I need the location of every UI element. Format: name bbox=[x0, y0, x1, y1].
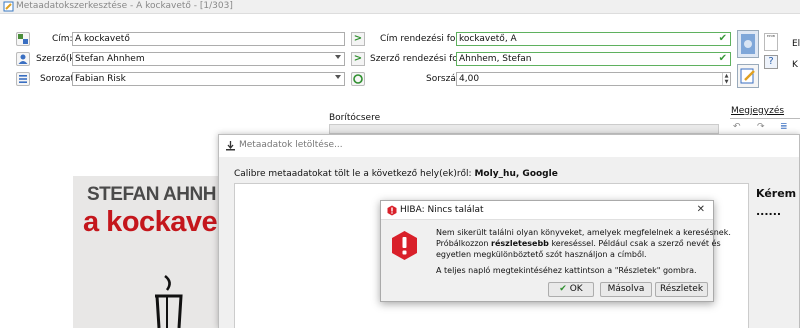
edit-note-icon[interactable] bbox=[737, 64, 759, 88]
title-input[interactable]: A kockavető bbox=[72, 32, 345, 46]
chair-illustration bbox=[155, 275, 183, 328]
author-icon[interactable] bbox=[16, 52, 30, 66]
error-line-1: Nem sikerült találni olyan könyveket, am… bbox=[436, 228, 731, 237]
window-title: Metaadatokszerkesztése - A kockavető - [… bbox=[16, 1, 233, 11]
error-dialog-titlebar: HIBA: Nincs találat ✕ bbox=[381, 201, 713, 220]
download-sources-line: Calibre metaadatokat tölt le a következő… bbox=[234, 169, 558, 179]
sources-list: Moly_hu, Google bbox=[474, 169, 558, 179]
sources-prefix: Calibre metaadatokat tölt le a következő… bbox=[234, 169, 472, 179]
download-dialog-titlebar: Metaadatok letöltése... bbox=[219, 135, 799, 157]
title-sort-value: kockavető, A bbox=[459, 34, 517, 44]
chevron-down-icon[interactable] bbox=[335, 75, 341, 79]
cover-image: STEFAN AHNH a kockave bbox=[73, 176, 218, 328]
series-combo[interactable]: Fabian Risk bbox=[72, 72, 345, 86]
series-index-spinbox[interactable]: 4,00 ▲ ▼ bbox=[456, 72, 731, 86]
error-dialog-title: HIBA: Nincs találat bbox=[400, 205, 484, 215]
author-value: Stefan Ahnhem bbox=[75, 54, 145, 64]
cover-fetch-icon[interactable] bbox=[737, 30, 759, 58]
error-line-2: Próbálkozzon részletesebb kereséssel. Pé… bbox=[436, 239, 721, 248]
download-dialog-title: Metaadatok letöltése... bbox=[239, 140, 343, 150]
series-list-icon[interactable] bbox=[16, 72, 30, 86]
spin-arrows-icon[interactable]: ▲ ▼ bbox=[722, 73, 730, 85]
author-sort-input[interactable]: Ahnhem, Stefan ✔ bbox=[456, 52, 731, 66]
side-dots: ...... bbox=[756, 205, 782, 218]
series-index-value: 4,00 bbox=[459, 74, 480, 84]
format-icon[interactable]: ≣ bbox=[780, 122, 788, 132]
chevron-down-icon[interactable] bbox=[335, 55, 341, 59]
side-heading: Kérem v bbox=[756, 187, 800, 200]
error-line-3: egyetlen megkülönböztető szót használjon… bbox=[436, 250, 647, 259]
close-icon[interactable]: ✕ bbox=[697, 204, 705, 215]
cover-toolbar bbox=[329, 124, 719, 134]
copy-button[interactable]: Másolva bbox=[600, 282, 652, 297]
window-titlebar: Metaadatokszerkesztése - A kockavető - [… bbox=[0, 0, 800, 14]
clipped-label-1: El bbox=[792, 39, 800, 49]
title-sort-arrow-button[interactable]: > bbox=[351, 32, 365, 46]
clipped-label-2: K bbox=[792, 60, 798, 70]
check-icon: ✔ bbox=[718, 33, 727, 44]
error-title-icon bbox=[387, 205, 397, 216]
epub-badge-icon: EPUB bbox=[764, 33, 778, 51]
cover-title-text: a kockave bbox=[83, 206, 218, 238]
download-icon bbox=[226, 141, 235, 151]
redo-icon[interactable]: ↷ bbox=[757, 122, 765, 132]
notes-divider bbox=[730, 118, 800, 119]
cover-author-text: STEFAN AHNH bbox=[87, 184, 216, 205]
error-line-4: A teljes napló megtekintéséhez kattintso… bbox=[436, 266, 697, 275]
undo-icon[interactable]: ↶ bbox=[733, 122, 741, 132]
swap-title-author-icon[interactable] bbox=[16, 32, 30, 46]
cover-section-label: Borítócsere bbox=[329, 113, 381, 123]
help-icon[interactable]: ? bbox=[764, 55, 778, 69]
error-icon bbox=[392, 231, 417, 260]
error-dialog: HIBA: Nincs találat ✕ Nem sikerült talál… bbox=[380, 200, 731, 302]
author-sort-arrow-button[interactable]: > bbox=[351, 52, 365, 66]
author-combo[interactable]: Stefan Ahnhem bbox=[72, 52, 345, 66]
title-sort-input[interactable]: kockavető, A ✔ bbox=[456, 32, 731, 46]
error-message: Nem sikerült találni olyan könyveket, am… bbox=[436, 227, 731, 276]
author-sort-value: Ahnhem, Stefan bbox=[459, 54, 532, 64]
check-icon: ✔ bbox=[718, 53, 727, 64]
notes-section-label: Megjegyzés bbox=[731, 106, 785, 116]
series-value: Fabian Risk bbox=[75, 74, 126, 84]
details-button[interactable]: Részletek bbox=[655, 282, 708, 297]
ok-button[interactable]: ✔ OK bbox=[548, 282, 594, 297]
edit-metadata-icon bbox=[3, 1, 14, 12]
recycle-icon[interactable] bbox=[351, 72, 365, 86]
title-label: Cím: bbox=[52, 34, 73, 44]
check-icon: ✔ bbox=[559, 284, 567, 294]
